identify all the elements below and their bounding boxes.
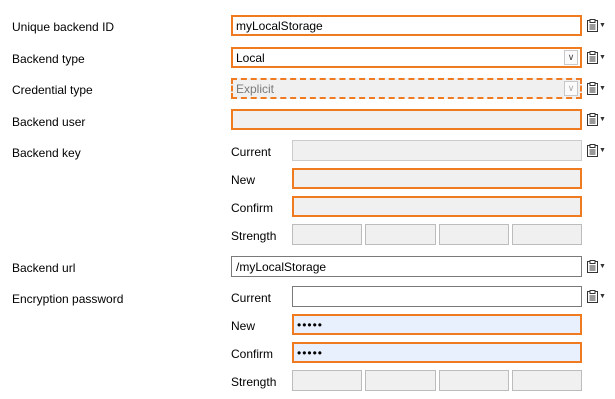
label-enc-strength: Strength bbox=[231, 375, 277, 389]
clipboard-menu-encryption[interactable]: ▼ bbox=[587, 287, 607, 305]
backend-key-strength-meter bbox=[292, 224, 582, 245]
label-backend-user: Backend user bbox=[12, 115, 86, 129]
clipboard-menu-backend-user[interactable]: ▼ bbox=[587, 110, 607, 128]
label-backend-key: Backend key bbox=[12, 146, 81, 160]
strength-segment bbox=[511, 224, 582, 245]
strength-segment bbox=[292, 224, 363, 245]
backend-user-input[interactable] bbox=[231, 109, 582, 130]
clipboard-menu-backend-id[interactable]: ▼ bbox=[587, 16, 607, 34]
label-encryption-password: Encryption password bbox=[12, 292, 124, 306]
label-backend-url: Backend url bbox=[12, 261, 76, 275]
encryption-confirm-input[interactable] bbox=[292, 342, 582, 363]
label-enc-confirm: Confirm bbox=[231, 347, 274, 361]
label-unique-backend-id: Unique backend ID bbox=[12, 20, 115, 34]
chevron-down-icon: ▼ bbox=[599, 53, 606, 61]
encryption-current-input[interactable] bbox=[292, 286, 582, 307]
clipboard-menu-backend-type[interactable]: ▼ bbox=[587, 48, 607, 66]
label-key-new: New bbox=[231, 173, 256, 187]
backend-key-new-input[interactable] bbox=[292, 168, 582, 189]
label-enc-current: Current bbox=[231, 291, 272, 305]
clipboard-icon bbox=[587, 50, 598, 64]
clipboard-menu-backend-url[interactable]: ▼ bbox=[587, 257, 607, 275]
chevron-down-icon: ▼ bbox=[599, 292, 606, 300]
label-credential-type: Credential type bbox=[12, 83, 93, 97]
clipboard-icon bbox=[587, 259, 598, 273]
label-key-confirm: Confirm bbox=[231, 201, 274, 215]
clipboard-icon bbox=[587, 289, 598, 303]
label-backend-type: Backend type bbox=[12, 52, 85, 66]
backend-type-value: Local bbox=[236, 50, 265, 65]
clipboard-menu-credential-type[interactable]: ▼ bbox=[587, 79, 607, 97]
chevron-down-icon: ▼ bbox=[599, 21, 606, 29]
chevron-down-icon: ▼ bbox=[599, 115, 606, 123]
strength-segment bbox=[365, 224, 436, 245]
strength-segment bbox=[438, 224, 509, 245]
clipboard-icon bbox=[587, 18, 598, 32]
chevron-down-icon: ▼ bbox=[599, 262, 606, 270]
backend-type-select[interactable]: Local ∨ bbox=[231, 47, 582, 68]
label-key-strength: Strength bbox=[231, 229, 277, 243]
backend-key-confirm-input[interactable] bbox=[292, 196, 582, 217]
encryption-strength-meter bbox=[292, 370, 582, 391]
strength-segment bbox=[511, 370, 582, 391]
clipboard-icon bbox=[587, 112, 598, 126]
clipboard-menu-backend-key[interactable]: ▼ bbox=[587, 141, 607, 159]
clipboard-icon bbox=[587, 81, 598, 95]
strength-segment bbox=[438, 370, 509, 391]
encryption-new-input[interactable] bbox=[292, 314, 582, 335]
strength-segment bbox=[292, 370, 363, 391]
credential-type-value: Explicit bbox=[236, 81, 275, 96]
strength-segment bbox=[365, 370, 436, 391]
chevron-down-icon[interactable]: ∨ bbox=[564, 50, 578, 65]
label-enc-new: New bbox=[231, 319, 256, 333]
credential-type-select[interactable]: Explicit ∨ bbox=[231, 78, 582, 99]
label-key-current: Current bbox=[231, 145, 272, 159]
chevron-down-icon: ▼ bbox=[599, 146, 606, 154]
chevron-down-icon[interactable]: ∨ bbox=[564, 81, 578, 96]
chevron-down-icon: ▼ bbox=[599, 84, 606, 92]
backend-key-current-input[interactable] bbox=[292, 140, 582, 161]
backend-url-input[interactable] bbox=[231, 256, 582, 277]
backend-id-input[interactable] bbox=[231, 15, 582, 36]
clipboard-icon bbox=[587, 143, 598, 157]
